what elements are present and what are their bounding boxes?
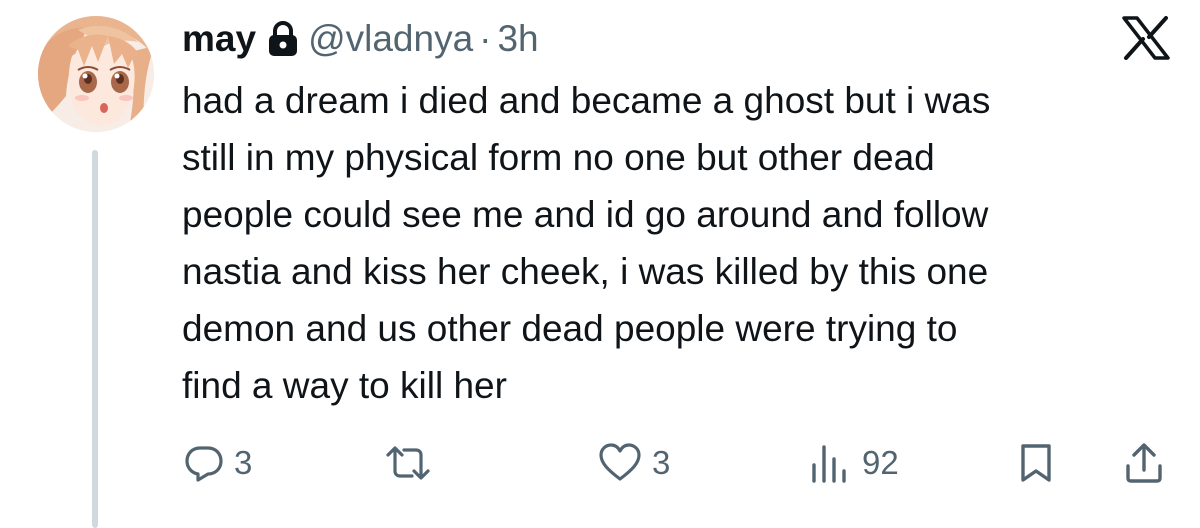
- views-count: 92: [862, 444, 899, 481]
- reply-button[interactable]: 3: [184, 428, 252, 498]
- bookmark-icon: [1018, 442, 1054, 484]
- reply-icon: [184, 443, 224, 483]
- tweet-text-line: demon and us other dead people were tryi…: [182, 308, 958, 349]
- like-count: 3: [652, 444, 671, 481]
- like-button[interactable]: 3: [598, 428, 670, 498]
- views-button[interactable]: 92: [808, 428, 899, 498]
- tweet-text-line: nastia and kiss her cheek, i was killed …: [182, 251, 989, 292]
- repost-icon: [384, 443, 432, 483]
- bookmark-button[interactable]: [1018, 428, 1054, 498]
- x-logo-icon: [1122, 16, 1170, 60]
- heart-icon: [598, 443, 642, 483]
- avatar[interactable]: [38, 16, 154, 132]
- reply-count: 3: [234, 444, 253, 481]
- action-bar: 3 3 92: [0, 428, 1200, 498]
- tweet-text: had a dream i died and became a ghost bu…: [182, 72, 1182, 414]
- display-name[interactable]: may: [182, 18, 256, 60]
- tweet-text-line: had a dream i died and became a ghost bu…: [182, 80, 991, 121]
- tweet-card[interactable]: may @vladnya · 3h had a dream i died and…: [0, 0, 1200, 528]
- separator-dot: ·: [479, 18, 492, 59]
- timestamp[interactable]: 3h: [497, 18, 538, 60]
- tweet-text-line: still in my physical form no one but oth…: [182, 137, 935, 178]
- tweet-text-line: people could see me and id go around and…: [182, 194, 989, 235]
- lock-icon: [268, 21, 298, 57]
- tweet-text-line: find a way to kill her: [182, 365, 507, 406]
- repost-button[interactable]: [384, 428, 442, 498]
- anime-avatar-image: [38, 16, 154, 132]
- tweet-header: may @vladnya · 3h: [182, 14, 539, 64]
- share-button[interactable]: [1124, 428, 1164, 498]
- handle[interactable]: @vladnya: [308, 18, 473, 60]
- share-icon: [1124, 442, 1164, 484]
- views-icon: [808, 443, 852, 483]
